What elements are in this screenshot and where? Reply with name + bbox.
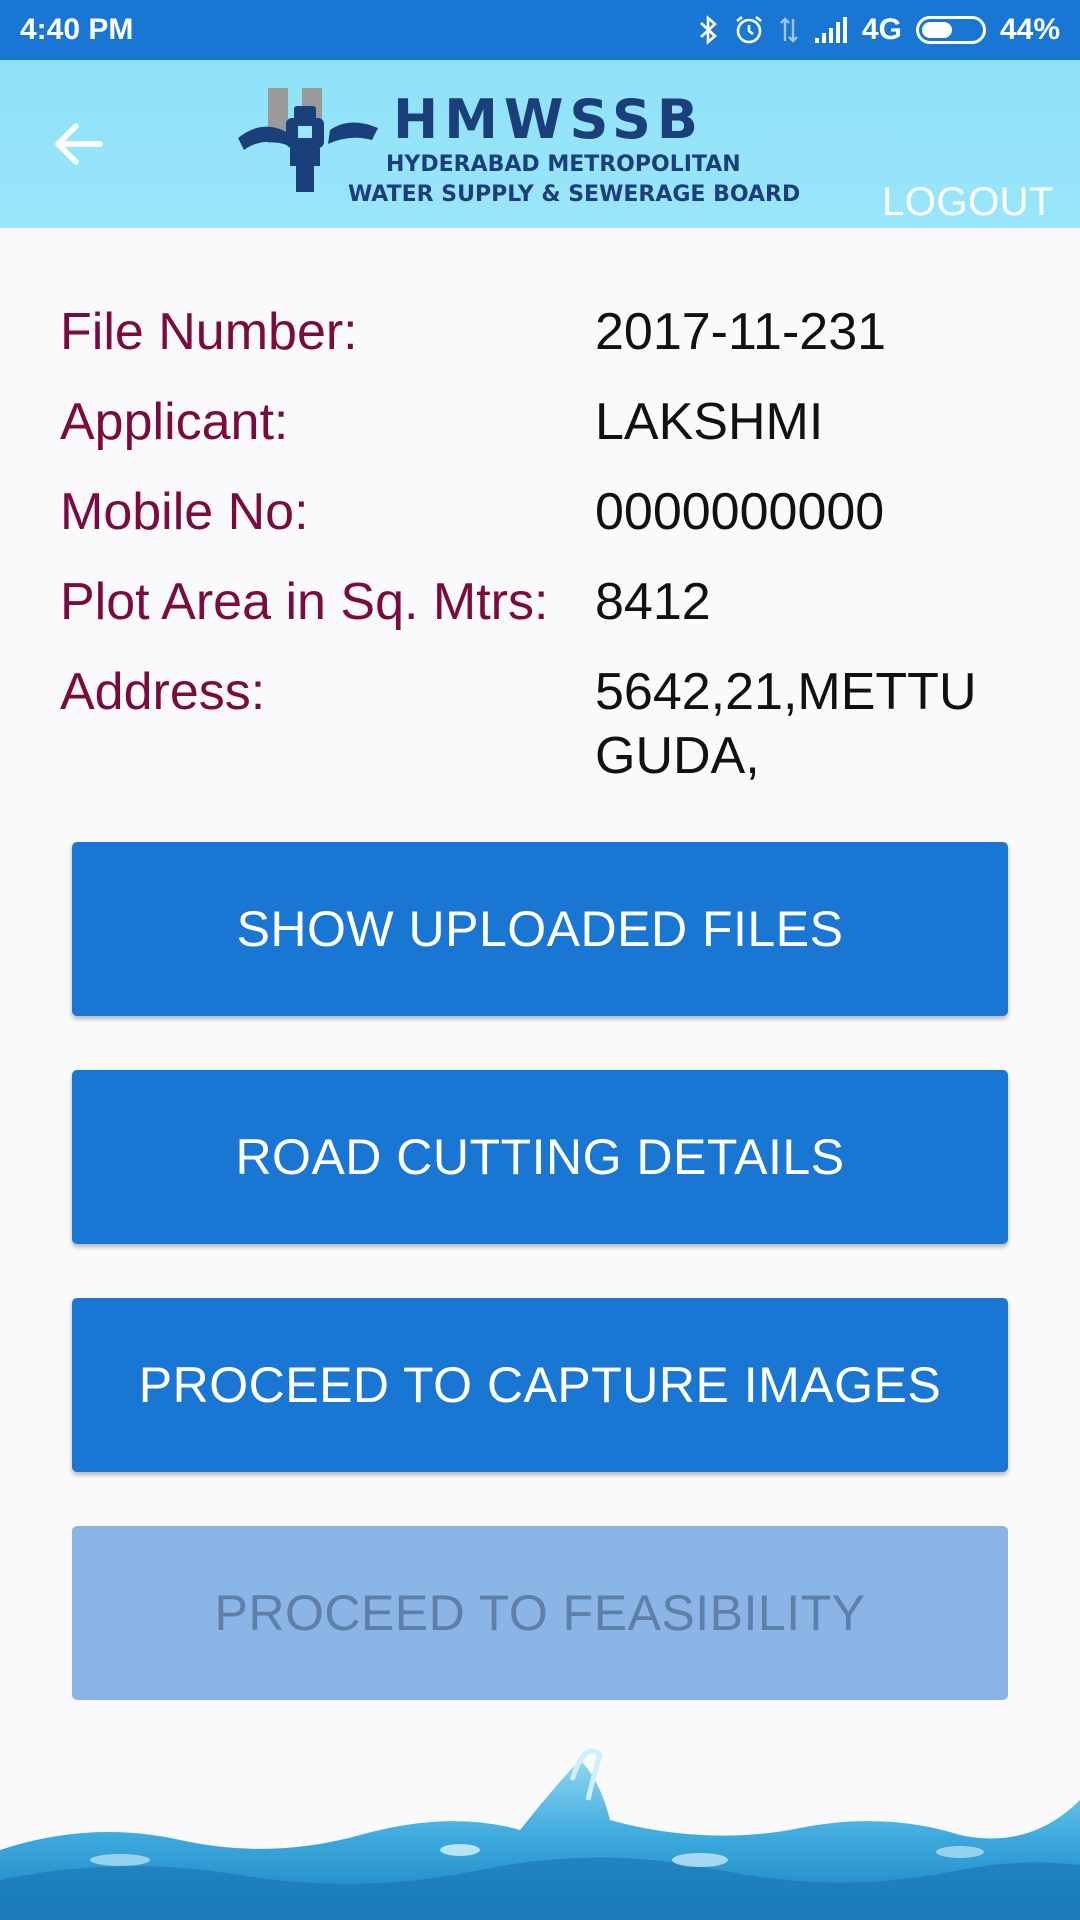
show-uploaded-files-button[interactable]: SHOW UPLOADED FILES: [72, 842, 1008, 1016]
proceed-capture-images-button[interactable]: PROCEED TO CAPTURE IMAGES: [72, 1298, 1008, 1472]
application-details: File Number: 2017-11-231 Applicant: LAKS…: [60, 300, 1040, 814]
status-time: 4:40 PM: [20, 13, 134, 46]
back-button[interactable]: [48, 114, 108, 174]
logo-title: HMWSSB: [393, 88, 705, 151]
detail-row-applicant: Applicant: LAKSHMI: [60, 390, 1040, 454]
bluetooth-icon: [700, 15, 717, 45]
logo-subtitle-1: HYDERABAD METROPOLITAN: [386, 152, 741, 177]
hmwssb-logo: HMWSSB HYDERABAD METROPOLITAN WATER SUPP…: [238, 82, 800, 207]
detail-value: 0000000000: [595, 483, 885, 541]
detail-label: Mobile No:: [60, 483, 309, 541]
arrow-back-icon: [55, 123, 103, 165]
detail-row-mobile: Mobile No: 0000000000: [60, 480, 1040, 544]
status-icons: 4G 44%: [698, 13, 1060, 47]
road-cutting-details-button[interactable]: ROAD CUTTING DETAILS: [72, 1070, 1008, 1244]
data-transfer-icon: [780, 17, 798, 43]
detail-value: 2017-11-231: [595, 303, 887, 361]
signal-icon: [814, 17, 847, 43]
detail-label: Plot Area in Sq. Mtrs:: [60, 573, 549, 631]
water-splash-image: [0, 1748, 1080, 1920]
detail-label: File Number:: [60, 303, 358, 361]
detail-row-address: Address: 5642,21,METTUGUDA,: [60, 660, 1040, 788]
detail-row-plot-area: Plot Area in Sq. Mtrs: 8412: [60, 570, 1040, 634]
detail-row-file-number: File Number: 2017-11-231: [60, 300, 1040, 364]
network-type: 4G: [861, 13, 902, 46]
battery-percent: 44%: [999, 13, 1060, 46]
screen: 4:40 PM 4G 44% HMWSSB HYDERABAD METROPOL…: [0, 0, 1080, 1920]
detail-value: 5642,21,METTUGUDA,: [595, 663, 977, 785]
proceed-feasibility-button: PROCEED TO FEASIBILITY: [72, 1526, 1008, 1700]
detail-label: Applicant:: [60, 393, 289, 451]
battery-icon: [915, 16, 986, 44]
logo-subtitle-2: WATER SUPPLY & SEWERAGE BOARD: [348, 182, 801, 207]
status-bar: 4:40 PM 4G 44%: [0, 0, 1080, 60]
detail-label: Address:: [60, 663, 266, 721]
logout-button[interactable]: LOGOUT: [882, 180, 1054, 225]
detail-value: LAKSHMI: [595, 393, 824, 451]
detail-value: 8412: [595, 573, 711, 631]
alarm-icon: [736, 15, 762, 44]
app-bar: HMWSSB HYDERABAD METROPOLITAN WATER SUPP…: [0, 60, 1080, 228]
